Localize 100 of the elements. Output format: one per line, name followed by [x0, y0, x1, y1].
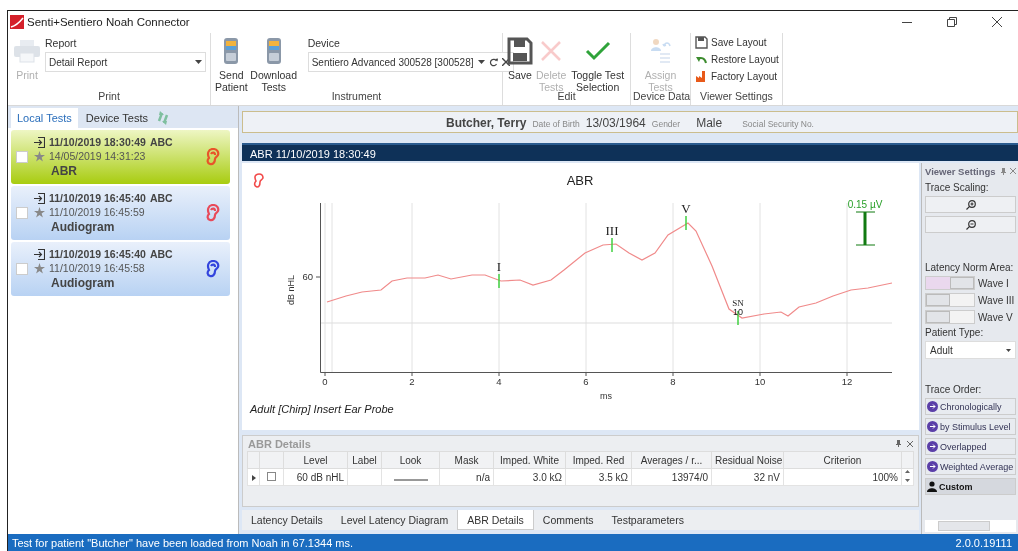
section-label: Trace Order: — [925, 384, 983, 395]
wave-marker — [685, 215, 687, 231]
ribbon-button[interactable]: Send Patient — [215, 35, 248, 94]
column-header[interactable]: Label — [347, 451, 382, 469]
layout-button[interactable]: Factory Layout — [695, 69, 778, 84]
trace-order-button[interactable]: Custom — [925, 478, 1016, 495]
window-title: Senti+Sentiero Noah Connector — [27, 16, 191, 28]
panel-title: Viewer Settings — [925, 165, 997, 177]
test-type: ABR — [50, 164, 78, 178]
sync-arrows-icon[interactable] — [156, 111, 170, 125]
column-header[interactable]: Criterion — [783, 451, 902, 469]
caret-icon — [1006, 348, 1011, 352]
trace-order-button[interactable]: Overlapped — [925, 438, 1016, 455]
app-logo-icon — [10, 15, 24, 29]
toggle-label: Wave I — [978, 277, 1009, 289]
test-type: Audiogram — [50, 276, 116, 290]
table-cell: 100% — [783, 468, 902, 486]
layout-button[interactable]: Restore Layout — [695, 52, 778, 67]
checkbox[interactable] — [16, 263, 28, 275]
printer-icon — [13, 39, 41, 63]
toggle-switch[interactable] — [925, 310, 975, 324]
panel-title: ABR Details — [248, 437, 312, 450]
column-header[interactable]: Imped. Red — [565, 451, 632, 469]
panel-tab[interactable]: Level Latency Diagram — [331, 510, 458, 530]
examiner-initials: ABC — [149, 192, 173, 204]
birth-date: 13/03/1964 — [585, 116, 646, 130]
import-icon — [34, 248, 45, 260]
import-date: 11/10/2019 18:30:49 — [49, 136, 146, 148]
toggle-switch[interactable] — [925, 276, 975, 290]
panel-tab[interactable]: Testparameters — [602, 510, 693, 530]
scroll-arrows-icon[interactable] — [905, 470, 910, 482]
field-label: Device — [307, 37, 341, 49]
close-icon[interactable] — [992, 17, 1002, 27]
chart-title: ABR — [566, 173, 594, 188]
test-list-item[interactable]: 11/10/2019 16:45:40 ABC 11/10/2019 16:45:59 Audiogram — [11, 186, 230, 240]
panel-tab[interactable]: Comments — [533, 510, 603, 530]
check-mark-icon — [584, 40, 611, 62]
version-label: 2.0.0.19111 — [955, 537, 1012, 549]
clear-icon[interactable] — [501, 58, 510, 66]
test-list-item[interactable]: 11/10/2019 16:45:40 ABC 11/10/2019 16:45:58 Audiogram — [11, 242, 230, 296]
checkbox[interactable] — [16, 207, 28, 219]
handheld-device-icon — [265, 37, 282, 65]
import-date: 11/10/2019 16:45:40 — [49, 248, 146, 260]
restore-icon[interactable] — [947, 17, 957, 27]
pin-icon[interactable] — [1001, 167, 1006, 175]
ear-icon — [253, 173, 264, 188]
wave-marker — [498, 273, 500, 289]
column-header[interactable]: Imped. White — [493, 451, 566, 469]
test-list-item[interactable]: 11/10/2019 18:30:49 ABC 14/05/2019 14:31:23 ABR — [11, 130, 230, 184]
ribbon-button[interactable]: Download Tests — [250, 35, 297, 94]
pin-icon[interactable] — [896, 440, 901, 447]
sort-icon — [927, 401, 938, 412]
table-cell: 13974/0 — [631, 468, 712, 486]
panel-tab[interactable]: Latency Details — [242, 510, 332, 530]
axis-tick-label: 12 — [841, 376, 853, 387]
column-header[interactable]: Look — [381, 451, 440, 469]
star-icon — [34, 262, 45, 274]
report-dropdown[interactable]: Detail Report — [45, 52, 206, 72]
sort-icon — [927, 461, 938, 472]
checkbox[interactable] — [267, 471, 276, 481]
test-type: Audiogram — [50, 220, 116, 234]
axis-tick-label: 6 — [583, 376, 589, 387]
panel-tab[interactable]: ABR Details — [457, 510, 534, 530]
axis-label: ms — [600, 391, 612, 401]
import-icon — [34, 136, 45, 148]
trace-order-button[interactable]: Chronologically — [925, 398, 1016, 415]
toggle-switch[interactable] — [925, 293, 975, 307]
close-icon — [540, 40, 563, 62]
refresh-icon[interactable] — [488, 57, 498, 67]
panel-tab[interactable]: Device Tests — [79, 108, 154, 128]
trace-order-button[interactable]: Weighted Average — [925, 458, 1016, 475]
sort-icon — [927, 421, 938, 432]
patient-type-dropdown[interactable]: Adult — [925, 341, 1016, 359]
patient-name: Butcher, Terry — [446, 116, 527, 130]
panel-tab[interactable]: Local Tests — [11, 108, 78, 128]
trace-order-button[interactable]: by Stimulus Level — [925, 418, 1016, 435]
close-icon[interactable] — [907, 440, 913, 447]
zoom-in-button[interactable] — [925, 196, 1016, 213]
group-label: Print — [97, 89, 121, 103]
zoom-out-button[interactable] — [925, 216, 1016, 233]
toggle-label: Wave III — [978, 294, 1015, 306]
column-header[interactable]: Averages / r... — [631, 451, 712, 469]
star-icon — [34, 150, 45, 162]
column-header[interactable]: Level — [283, 451, 348, 469]
import-icon — [34, 192, 45, 204]
field-label: Gender — [651, 119, 681, 129]
column-header[interactable]: Mask — [439, 451, 494, 469]
scale-label: 0.15 µV — [847, 199, 883, 210]
horizontal-scrollbar[interactable] — [925, 520, 1016, 532]
wave-marker — [611, 237, 613, 253]
checkbox[interactable] — [16, 151, 28, 163]
handheld-device-icon — [223, 37, 240, 65]
wave-label: 10 — [733, 307, 743, 317]
table-cell: 3.0 kΩ — [493, 468, 566, 486]
column-header[interactable]: Residual Noise — [711, 451, 784, 469]
device-dropdown[interactable]: Sentiero Advanced 300528 [300528] — [307, 52, 514, 72]
axis-tick-label: 0 — [322, 376, 328, 387]
layout-button[interactable]: Save Layout — [695, 35, 778, 50]
axis-tick-label: 10 — [754, 376, 766, 387]
gender-value: Male — [696, 116, 723, 130]
